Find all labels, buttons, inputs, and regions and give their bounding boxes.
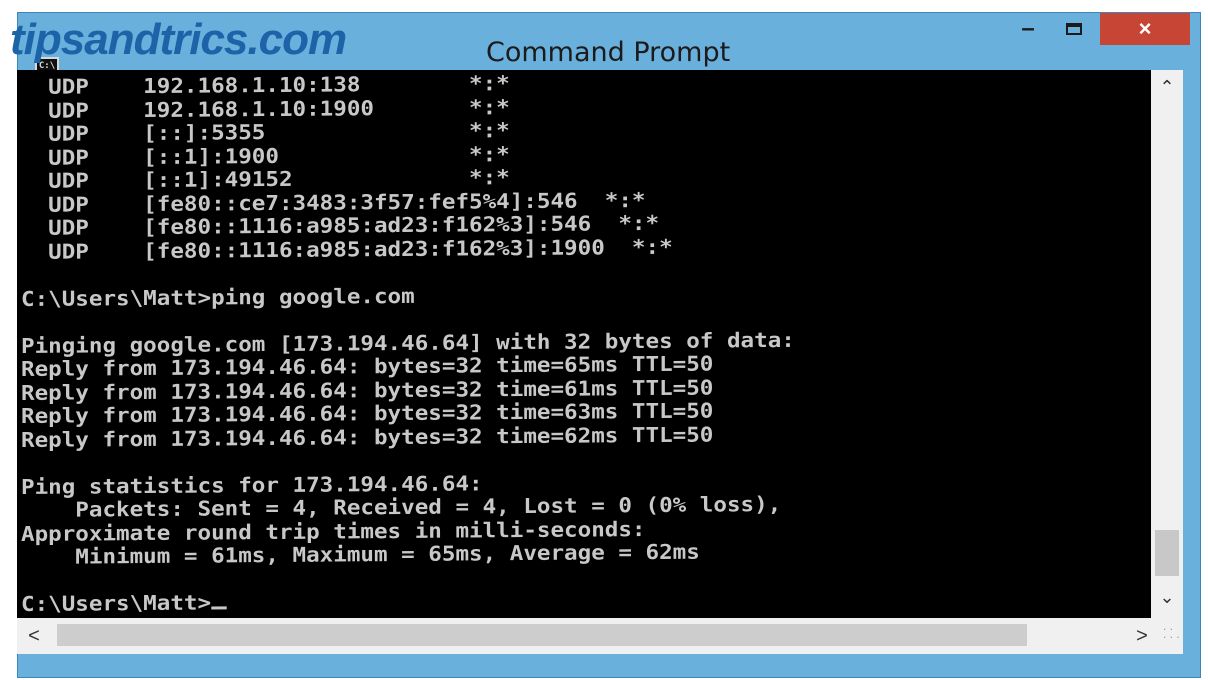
console-line: Minimum = 61ms, Maximum = 65ms, Average … (75, 539, 700, 569)
heading-crop-mask (0, 0, 415, 12)
console-line: C:\Users\Matt>ping google.com (21, 283, 415, 311)
horizontal-scrollbar[interactable]: < > . .. . . (17, 618, 1183, 654)
console-output[interactable]: UDP 192.168.1.10:138 *:* UDP 192.168.1.1… (17, 70, 1151, 618)
minimize-button[interactable]: – (1008, 13, 1048, 45)
scroll-right-arrow-icon[interactable]: > (1125, 618, 1159, 654)
maximize-button[interactable] (1052, 13, 1096, 45)
vertical-scrollbar[interactable]: ⌃ ⌄ (1151, 70, 1183, 618)
console-line: Reply from 173.194.46.64: bytes=32 time=… (21, 422, 714, 452)
console-text: UDP 192.168.1.10:138 *:* UDP 192.168.1.1… (21, 70, 795, 616)
window-title: Command Prompt (486, 37, 731, 68)
site-watermark: tipsandtrics.com (10, 15, 347, 64)
text-cursor (211, 606, 227, 610)
maximize-icon (1066, 23, 1082, 35)
scroll-down-arrow-icon[interactable]: ⌄ (1151, 580, 1183, 614)
scroll-up-arrow-icon[interactable]: ⌃ (1151, 70, 1183, 104)
vertical-scroll-thumb[interactable] (1155, 530, 1179, 576)
close-button[interactable]: × (1100, 13, 1190, 45)
console-lines: UDP 192.168.1.10:138 *:* UDP 192.168.1.1… (21, 71, 795, 569)
horizontal-scroll-thumb[interactable] (57, 624, 1027, 646)
scroll-left-arrow-icon[interactable]: < (17, 618, 51, 654)
console-line: UDP [fe80::1116:a985:ad23:f162%3]:1900 *… (48, 234, 673, 264)
resize-grip-icon[interactable]: . .. . . (1163, 620, 1183, 650)
command-prompt: C:\Users\Matt> (21, 590, 212, 616)
